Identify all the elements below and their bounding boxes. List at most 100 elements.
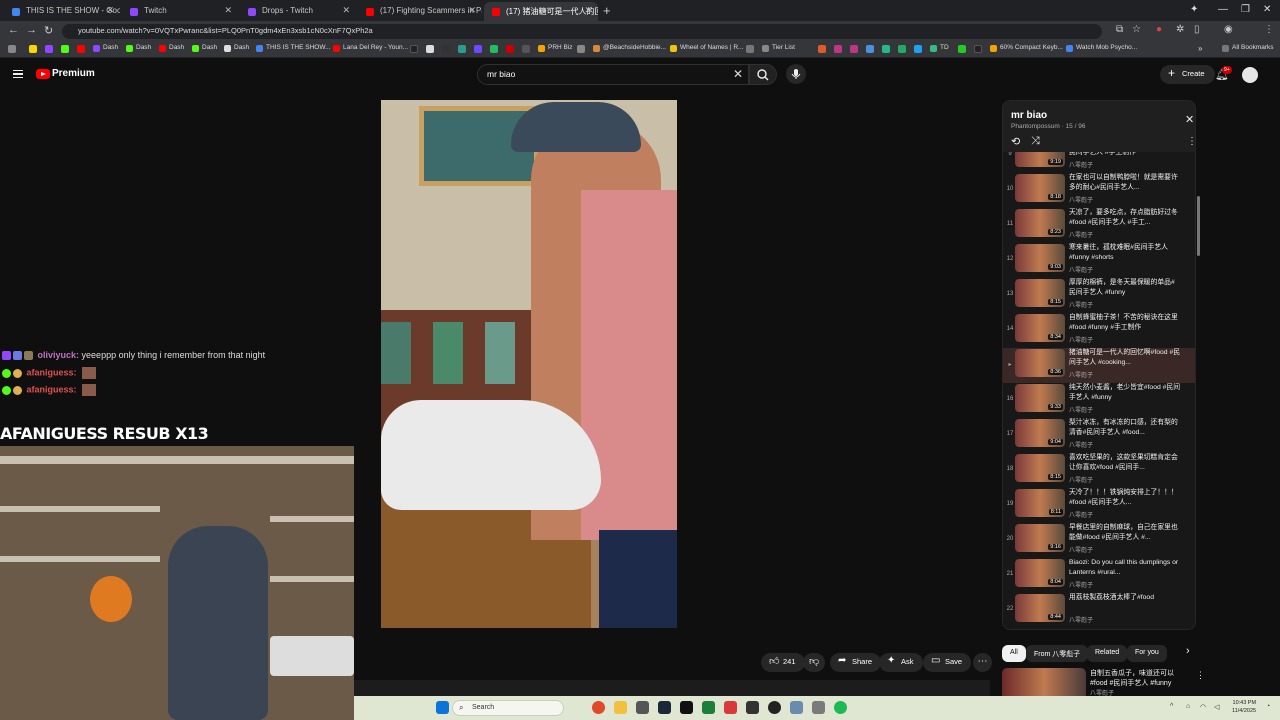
bookmark-icon[interactable] [914,45,922,53]
bookmarks-overflow-icon[interactable]: » [1198,44,1202,53]
close-icon[interactable]: ✕ [584,5,592,16]
spreadsheet-icon[interactable] [702,701,715,714]
bookmark-link[interactable]: THIS IS THE SHOW... [256,44,331,52]
hamburger-menu-icon[interactable] [13,70,23,78]
loop-icon[interactable]: ⟲ [1011,135,1020,148]
bookmark-link[interactable]: Dash [126,44,151,52]
notification-center-icon[interactable]: ◔ [1266,703,1270,710]
close-icon[interactable]: ✕ [224,5,232,16]
bookmark-icon[interactable] [77,45,85,53]
bookmark-link[interactable]: Dash [224,44,249,52]
browser-tab[interactable]: Drops - Twitch ✕ [240,2,356,21]
clear-search-icon[interactable]: ✕ [733,67,743,81]
bookmark-link[interactable]: 60% Compact Keyb... [990,44,1063,52]
avatar[interactable] [1242,67,1258,83]
bookmark-link[interactable]: PRH Biz [538,44,573,52]
bookmark-icon[interactable] [29,45,37,53]
bookmark-icon[interactable] [45,45,53,53]
bookmark-link[interactable]: TD [930,44,949,52]
recommendation-title[interactable]: 自制五香瓜子，味道还可以#food #民间手艺人 #funny 八零彪子 [1090,669,1190,699]
menu-icon[interactable]: ⋮ [1264,24,1274,35]
taskbar-search[interactable]: ⌕ Search [452,700,564,716]
close-icon[interactable]: ✕ [468,5,476,16]
video-player[interactable] [381,100,677,628]
bookmark-link[interactable]: Watch Mob Psycho... [1066,44,1137,52]
playlist-menu-icon[interactable]: ⋮ [1187,136,1195,147]
bookmark-icon[interactable] [61,45,69,53]
chip-from-channel[interactable]: From 八零彪子 [1026,645,1089,662]
bookmark-icon[interactable] [958,45,966,53]
taskbar-app-icon[interactable] [636,701,649,714]
taskbar-clock[interactable]: 10:43 PM 11/4/2025 [1232,699,1256,715]
network-icon[interactable]: ⌂ [1186,703,1190,710]
youtube-logo-icon[interactable] [36,69,50,79]
bookmark-icon[interactable] [834,45,842,53]
cast-icon[interactable]: ⧉ [1116,24,1123,35]
playlist-item[interactable]: 22 8:44 用荔枝製荔枝酒太棒了#food 八零彪子 [1003,593,1195,628]
browser-tab[interactable]: Twitch ✕ [122,2,238,21]
minimize-icon[interactable]: — [1218,4,1228,15]
playlist-item[interactable]: 14 8:34 自制蜂蜜柚子茶！不苦的秘诀在这里#food #funny #手工制作… [1003,313,1195,348]
playlist-item[interactable]: 12 9:03 寒来暑往，孤枕难眠#民间手艺人 #funny #shorts 八零彪子 [1003,243,1195,278]
window-close-icon[interactable]: ✕ [1263,4,1271,15]
bookmark-icon[interactable] [818,45,826,53]
taskbar-app-icon[interactable] [812,701,825,714]
taskbar-app-icon[interactable] [680,701,693,714]
recommendation-menu-icon[interactable]: ⋮ [1196,670,1205,681]
browser-tab-active[interactable]: (17) 猪油糖可是一代人的回 ✕ [484,2,598,21]
bookmark-icon[interactable] [426,45,434,53]
save-button[interactable]: ▭ Save [923,653,972,672]
playlist-item[interactable]: 9 9:19 嗓子不舒服，救命神器！！！#food #民间手艺人 #手工制作八零彪子 [1003,152,1195,173]
chevron-up-icon[interactable]: ^ [1170,703,1173,710]
account-icon[interactable]: ◉ [1224,24,1233,35]
instagram-icon[interactable] [850,45,858,53]
chevron-right-icon[interactable]: › [1186,645,1190,657]
star-icon[interactable]: ☆ [1132,24,1141,35]
windows-start-icon[interactable] [436,701,449,714]
bookmark-icon[interactable] [898,45,906,53]
bookmark-icon[interactable] [577,45,585,53]
chip-all[interactable]: All [1002,645,1026,662]
playlist-item[interactable]: 19 8:11 天冷了！！！铁锅炖安排上了！！！#food #民间手艺人... 八零彪… [1003,488,1195,523]
tiktok-icon[interactable] [410,45,418,53]
create-button[interactable]: + Create [1160,65,1215,84]
playlist-item[interactable]: 18 8:15 喜欢吃坚果的，这款坚果切糕肯定会让你喜欢#food #民间手... 八… [1003,453,1195,488]
chip-for-you[interactable]: For you [1127,645,1167,662]
volume-icon[interactable]: ◁ [1214,703,1219,711]
reload-icon[interactable]: ↻ [44,24,53,37]
playlist-subtitle[interactable]: Phantompossum · 15 / 96 [1011,123,1085,130]
bookmark-link[interactable]: @BeachsideHobbie... [593,44,666,52]
forward-icon[interactable]: → [26,24,37,36]
voice-search-button[interactable] [786,64,806,84]
taskbar-app-icon[interactable] [746,701,759,714]
playlist-item[interactable]: 21 8:04 Biaozi: Do you call this dumplings… [1003,558,1195,593]
bookmark-link[interactable]: Dash [93,44,118,52]
new-tab-icon[interactable]: + [603,3,611,18]
close-playlist-icon[interactable]: ✕ [1185,113,1194,126]
like-button[interactable]: 👍︎ 241 [761,653,805,672]
chrome-icon[interactable] [592,701,605,714]
bookmark-icon[interactable] [458,45,466,53]
profile-icon[interactable]: ✦ [1190,4,1198,15]
bookmark-icon[interactable] [866,45,874,53]
back-icon[interactable]: ← [8,24,19,36]
playlist-scrollbar[interactable] [1197,196,1200,256]
bookmark-icon[interactable] [882,45,890,53]
bookmark-icon[interactable] [442,45,450,53]
playlist-item[interactable]: 11 8:23 天凉了，要多吃点，存点脂肪好过冬#food #民间手艺人 #手工..… [1003,208,1195,243]
more-actions-icon[interactable]: ⋯ [973,653,992,672]
bookmark-icon[interactable] [474,45,482,53]
browser-tab[interactable]: (17) Fighting Scammers in Pari ✕ [358,2,482,21]
file-explorer-icon[interactable] [614,701,627,714]
address-bar[interactable]: youtube.com/watch?v=0VQTxPwranc&list=PLQ… [62,24,1102,39]
playlist-item[interactable]: 20 9:16 早餐店里的自制麻球，自己在家里也能做#food #民间手艺人 #..… [1003,523,1195,558]
apps-icon[interactable] [8,45,16,53]
bookmark-link[interactable]: Tier List [762,44,795,52]
playlist-title[interactable]: mr biao [1011,110,1047,121]
bookmark-link[interactable]: Lana Del Rey - Youn... [333,44,408,52]
browser-tab[interactable]: THIS IS THE SHOW - Google D ✕ [4,2,120,21]
bookmark-link[interactable]: Dash [192,44,217,52]
playlist-item[interactable]: 16 9:33 纯天然小麦酱，老少皆宜#food #民间手艺人 #funny 八零彪子 [1003,383,1195,418]
steam-icon[interactable] [658,701,671,714]
playlist-item[interactable]: 17 9:04 梨汁冰冻，有冰冻的口感，还有梨的清香#民间手艺人 #food... 八… [1003,418,1195,453]
